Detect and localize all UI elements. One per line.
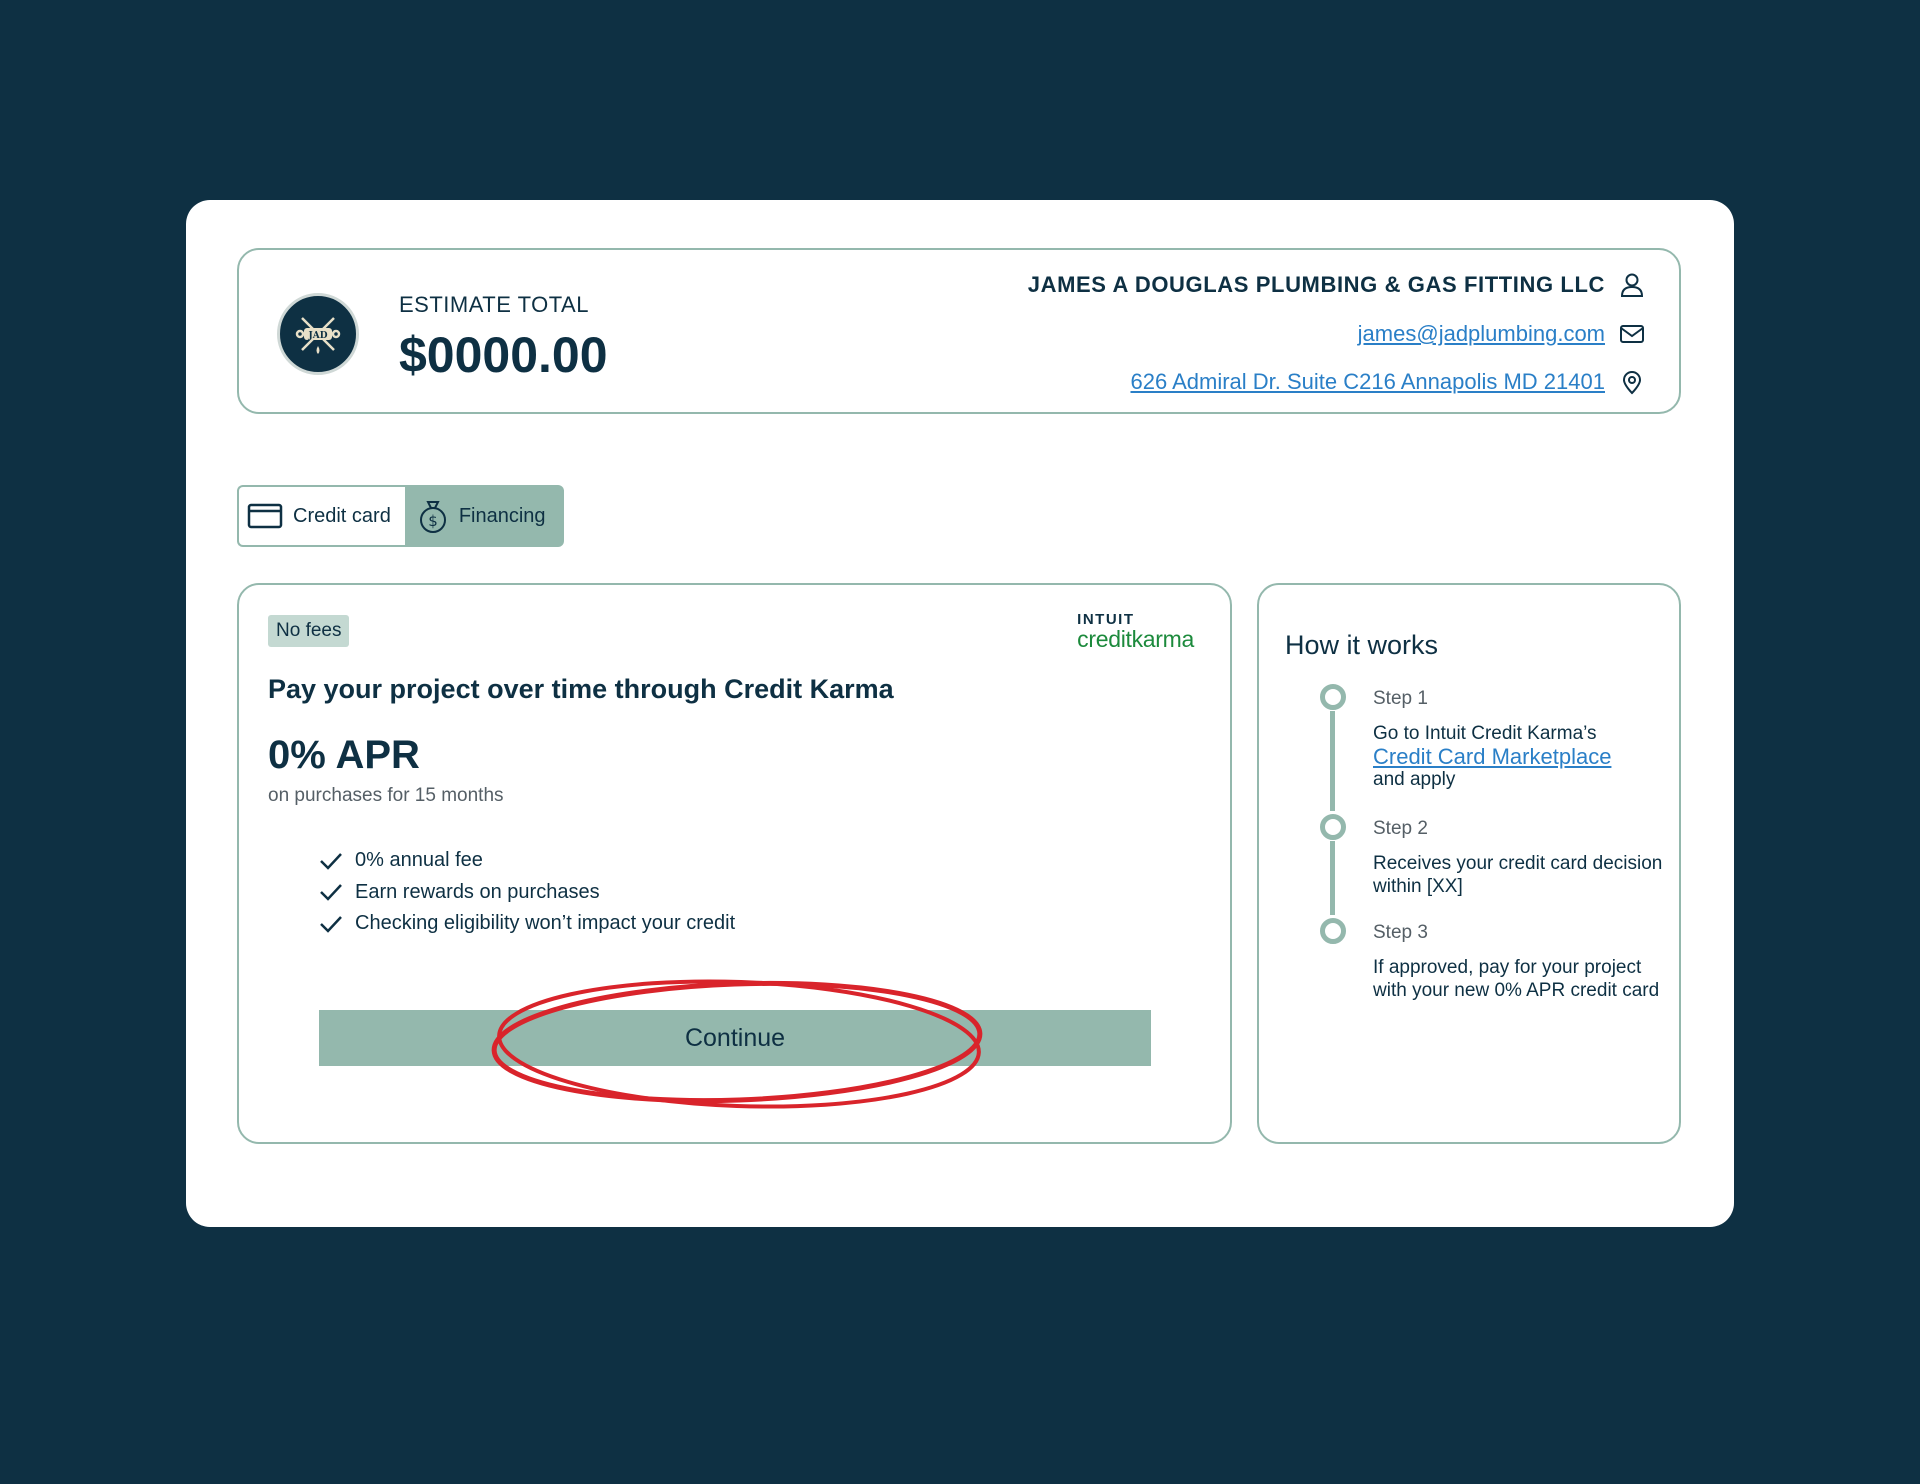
estimate-total-amount: $0000.00 [399, 327, 608, 383]
feature-text: 0% annual fee [355, 849, 483, 872]
money-bag-icon: $ [419, 501, 446, 533]
step-2-label: Step 2 [1373, 818, 1428, 839]
tab-credit-card-label: Credit card [293, 504, 391, 527]
apr-subtitle: on purchases for 15 months [268, 785, 504, 806]
checkmark-icon [320, 884, 342, 902]
logo-text: JAD [307, 331, 327, 341]
feature-item: Earn rewards on purchases [319, 877, 735, 909]
credit-card-icon [247, 503, 283, 529]
step-connector [1330, 711, 1335, 811]
credit-card-marketplace-link[interactable]: Credit Card Marketplace [1373, 745, 1663, 768]
creditkarma-wordmark: creditkarma [1077, 626, 1194, 652]
step-3-text: If approved, pay for your project with y… [1373, 957, 1660, 1001]
estimate-total-label: ESTIMATE TOTAL [399, 292, 589, 317]
address-link[interactable]: 626 Admiral Dr. Suite C216 Annapolis MD … [1130, 369, 1605, 395]
step-1-marker [1320, 684, 1346, 710]
user-icon [1620, 273, 1644, 297]
offer-title: Pay your project over time through Credi… [268, 674, 894, 704]
tab-credit-card[interactable]: Credit card [237, 485, 405, 547]
payment-method-tabs: Credit card $ Financing [237, 485, 564, 547]
step-3-label: Step 3 [1373, 922, 1428, 943]
step-1-text: Go to Intuit Credit Karma’s Credit Card … [1373, 722, 1663, 791]
no-fees-badge: No fees [268, 615, 350, 647]
feature-item: 0% annual fee [319, 845, 735, 877]
tab-financing-label: Financing [458, 504, 546, 527]
business-name: JAMES A DOUGLAS PLUMBING & GAS FITTING L… [1027, 272, 1605, 297]
email-row: james@jadplumbing.com [1358, 321, 1645, 347]
step-connector [1330, 841, 1335, 915]
checkmark-icon [320, 915, 342, 933]
apr-value: 0% APR [268, 733, 420, 777]
financing-offer-panel: No fees INTUIT creditkarma Pay your proj… [237, 583, 1232, 1144]
location-pin-icon [1622, 371, 1642, 395]
feature-text: Earn rewards on purchases [355, 880, 600, 903]
how-it-works-title: How it works [1285, 630, 1439, 660]
tab-financing[interactable]: $ Financing [404, 485, 564, 547]
company-logo: JAD [277, 293, 359, 375]
svg-text:$: $ [428, 512, 438, 530]
step-1-text-before: Go to Intuit Credit Karma’s [1373, 723, 1597, 744]
checkmark-icon [320, 852, 342, 870]
mail-icon [1620, 325, 1644, 343]
continue-button[interactable]: Continue [319, 1010, 1151, 1066]
step-1-label: Step 1 [1373, 688, 1428, 709]
step-1-text-after: and apply [1373, 769, 1456, 790]
step-3-marker [1320, 918, 1346, 944]
credit-karma-logo: INTUIT creditkarma [1077, 612, 1194, 652]
feature-text: Checking eligibility won’t impact your c… [355, 912, 736, 935]
estimate-header: JAD ESTIMATE TOTAL $0000.00 JAMES A DOUG… [237, 248, 1681, 414]
step-2-marker [1320, 814, 1346, 840]
business-name-row: JAMES A DOUGLAS PLUMBING & GAS FITTING L… [1028, 272, 1645, 298]
step-2-text: Receives your credit card decision withi… [1373, 853, 1663, 897]
payment-card: JAD ESTIMATE TOTAL $0000.00 JAMES A DOUG… [186, 200, 1734, 1227]
feature-item: Checking eligibility won’t impact your c… [319, 908, 735, 940]
feature-list: 0% annual fee Earn rewards on purchases … [319, 845, 735, 940]
how-it-works-panel: How it works Step 1 Go to Intuit Credit … [1257, 583, 1681, 1144]
email-link[interactable]: james@jadplumbing.com [1358, 321, 1605, 347]
address-row: 626 Admiral Dr. Suite C216 Annapolis MD … [1130, 369, 1645, 395]
